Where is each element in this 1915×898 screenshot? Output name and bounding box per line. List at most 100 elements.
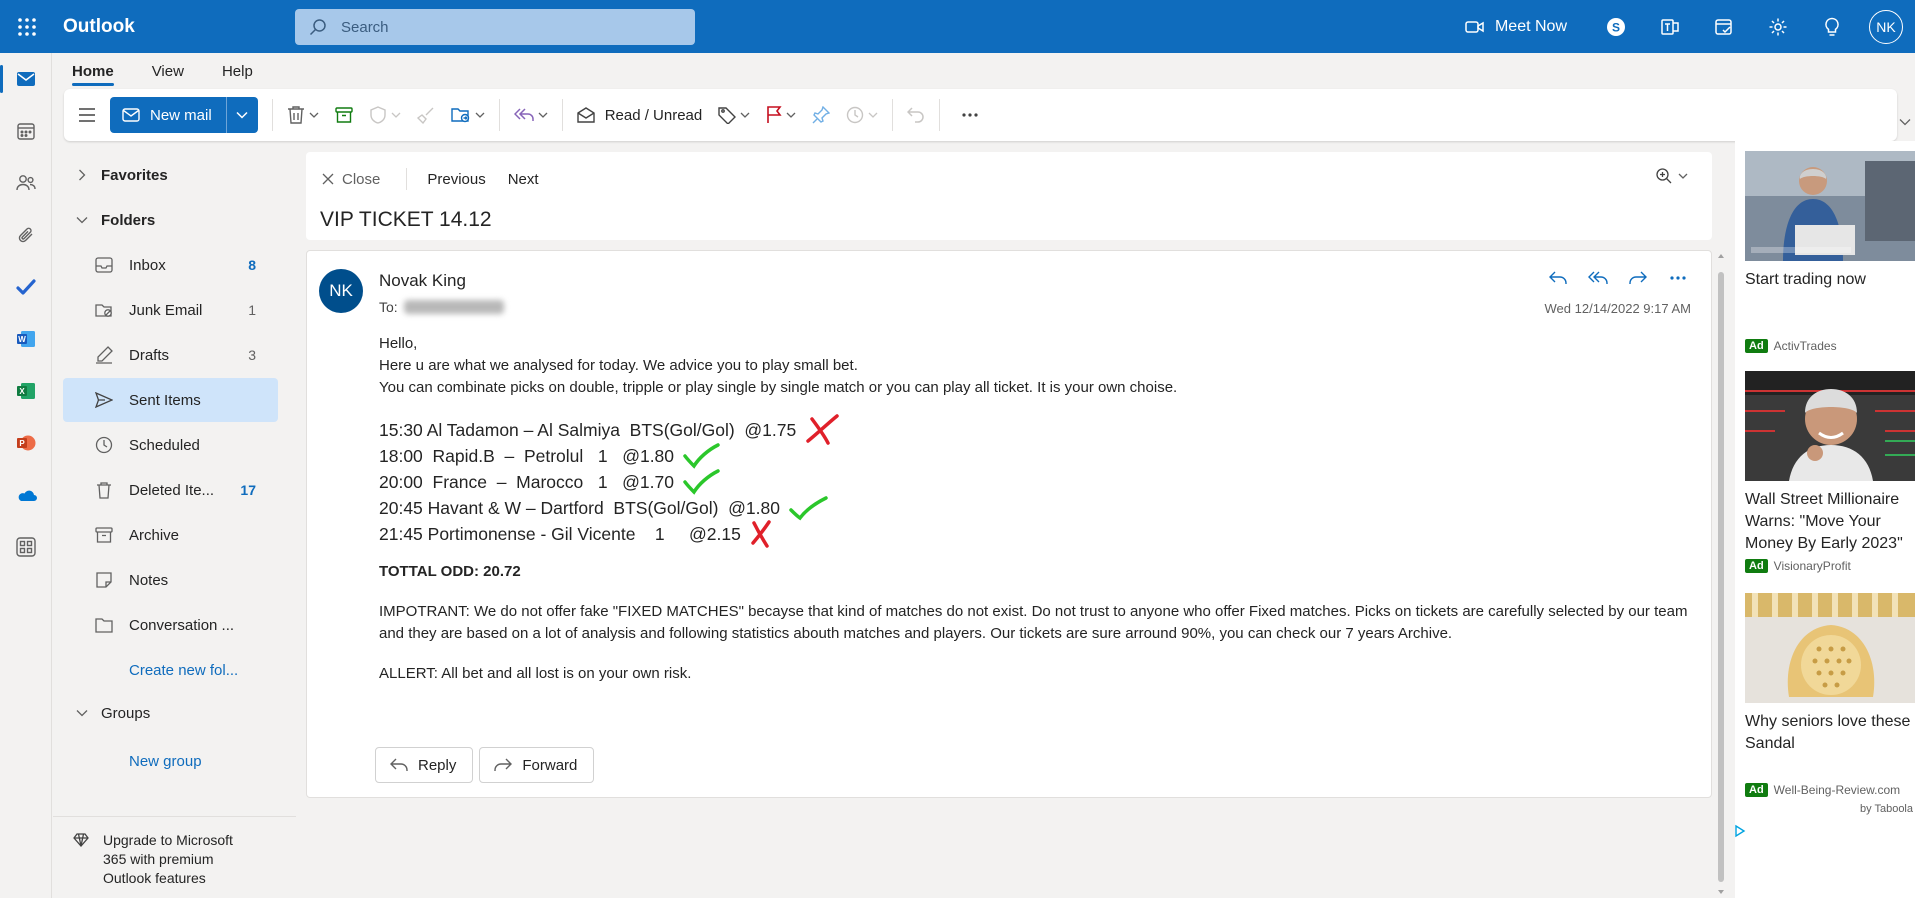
- undo-button[interactable]: [899, 89, 933, 141]
- folder-archive[interactable]: Archive: [63, 513, 278, 557]
- reply-icon[interactable]: [1545, 265, 1571, 291]
- zoom-button[interactable]: [1656, 168, 1688, 184]
- flag-icon: [766, 106, 782, 124]
- folder-scheduled[interactable]: Scheduled: [63, 423, 278, 467]
- close-button[interactable]: Close: [322, 171, 380, 188]
- app-launcher-icon[interactable]: [0, 0, 53, 53]
- reading-scrollbar[interactable]: [1716, 250, 1726, 898]
- shield-icon: [369, 106, 387, 124]
- folder-deleted-items[interactable]: Deleted Ite... 17: [63, 468, 278, 512]
- ribbon-collapse-chevron-icon[interactable]: [1899, 118, 1911, 126]
- archive-button[interactable]: [327, 89, 361, 141]
- snooze-button[interactable]: [838, 89, 886, 141]
- forward-icon[interactable]: [1625, 265, 1651, 291]
- more-actions-icon[interactable]: [1665, 265, 1691, 291]
- recipient-line: To:: [379, 299, 504, 315]
- ad-card[interactable]: Wall Street Millionaire Warns: "Move You…: [1745, 371, 1915, 573]
- inbox-icon: [87, 257, 121, 273]
- onedrive-icon[interactable]: [0, 469, 52, 521]
- more-apps-icon[interactable]: [0, 521, 52, 573]
- green-checkmark-icon: [682, 442, 720, 470]
- ribbon-toolbar: New mail Read / Unread: [64, 89, 1897, 141]
- groups-header[interactable]: Groups: [63, 691, 278, 735]
- recipient-redacted: [403, 300, 504, 314]
- ad-source-name: Well-Being-Review.com: [1773, 783, 1901, 797]
- pin-button[interactable]: [804, 89, 838, 141]
- ad-title: Wall Street Millionaire Warns: "Move You…: [1745, 491, 1903, 552]
- skype-icon[interactable]: S: [1589, 0, 1643, 53]
- folder-label: Sent Items: [129, 391, 201, 409]
- adchoices-icon[interactable]: [1733, 824, 1747, 838]
- folder-sent-items[interactable]: Sent Items: [63, 378, 278, 422]
- mail-icon[interactable]: [0, 53, 52, 105]
- folder-label: Conversation ...: [129, 616, 235, 634]
- flag-button[interactable]: [758, 89, 804, 141]
- tab-view[interactable]: View: [133, 53, 203, 89]
- people-icon[interactable]: [0, 157, 52, 209]
- meet-now-button[interactable]: Meet Now: [1465, 18, 1567, 36]
- ad-badge: Ad: [1745, 783, 1768, 797]
- tab-home[interactable]: Home: [53, 53, 133, 89]
- forward-button[interactable]: Forward: [479, 747, 595, 783]
- video-camera-icon: [1465, 19, 1485, 35]
- calendar-icon[interactable]: [0, 105, 52, 157]
- categorize-button[interactable]: [710, 89, 758, 141]
- app-title[interactable]: Outlook: [63, 16, 293, 38]
- sender-name[interactable]: Novak King: [379, 271, 466, 291]
- folder-drafts[interactable]: Drafts 3: [63, 333, 278, 377]
- reply-all-icon[interactable]: [1585, 265, 1611, 291]
- more-options-icon[interactable]: [946, 89, 994, 141]
- new-mail-main[interactable]: New mail: [110, 97, 226, 133]
- sender-avatar[interactable]: NK: [319, 269, 363, 313]
- attachment-icon[interactable]: [0, 209, 52, 261]
- word-icon[interactable]: W: [0, 313, 52, 365]
- search-input[interactable]: Search: [295, 9, 695, 45]
- ad-card[interactable]: Why seniors love these Sandal Ad Well-Be…: [1745, 593, 1915, 797]
- taboola-credit[interactable]: by Taboola: [1860, 803, 1913, 815]
- tab-help[interactable]: Help: [203, 53, 272, 89]
- ad-image: [1745, 151, 1915, 261]
- read-unread-button[interactable]: Read / Unread: [569, 89, 711, 141]
- sweep-button[interactable]: [409, 89, 443, 141]
- unread-count: 8: [248, 257, 256, 273]
- my-day-icon[interactable]: [1697, 0, 1751, 53]
- folder-conversation-history[interactable]: Conversation ...: [63, 603, 278, 647]
- hamburger-menu-icon[interactable]: [64, 89, 110, 141]
- new-group-link[interactable]: New group: [63, 739, 278, 783]
- chevron-down-icon: [71, 216, 93, 224]
- ad-card[interactable]: Start trading now Ad ActivTrades: [1745, 151, 1915, 353]
- junk-icon: [87, 302, 121, 318]
- close-label: Close: [342, 170, 381, 188]
- chevron-down-icon: [786, 112, 796, 118]
- new-mail-button[interactable]: New mail: [110, 97, 258, 133]
- next-button[interactable]: Next: [508, 171, 539, 188]
- move-to-button[interactable]: [443, 89, 493, 141]
- folder-label: Archive: [129, 526, 180, 544]
- folder-notes[interactable]: Notes: [63, 558, 278, 602]
- pick-row: 15:30 Al Tadamon – Al Salmiya BTS(Gol/Go…: [379, 414, 1689, 445]
- report-button[interactable]: [361, 89, 409, 141]
- powerpoint-icon[interactable]: P: [0, 417, 52, 469]
- settings-gear-icon[interactable]: [1751, 0, 1805, 53]
- svg-text:P: P: [19, 439, 25, 448]
- todo-icon[interactable]: [0, 261, 52, 313]
- create-new-folder-link[interactable]: Create new fol...: [63, 648, 278, 692]
- teams-icon[interactable]: [1643, 0, 1697, 53]
- folders-header[interactable]: Folders: [63, 198, 278, 242]
- favorites-header[interactable]: Favorites: [63, 153, 278, 197]
- lightbulb-icon[interactable]: [1805, 0, 1859, 53]
- chevron-down-icon: [538, 112, 548, 118]
- user-avatar[interactable]: NK: [1869, 9, 1903, 44]
- excel-icon[interactable]: X: [0, 365, 52, 417]
- folder-inbox[interactable]: Inbox 8: [63, 243, 278, 287]
- delete-button[interactable]: [279, 89, 327, 141]
- pick-text: 18:00 Rapid.B – Petrolul 1 @1.80: [379, 446, 675, 466]
- trash-icon: [87, 481, 121, 499]
- upgrade-banner[interactable]: Upgrade to Microsoft 365 with premium Ou…: [53, 816, 296, 898]
- reply-all-button[interactable]: [506, 89, 556, 141]
- reply-button[interactable]: Reply: [375, 747, 474, 783]
- new-mail-dropdown-icon[interactable]: [225, 97, 258, 133]
- previous-button[interactable]: Previous: [427, 171, 485, 188]
- folder-junk-email[interactable]: Junk Email 1: [63, 288, 278, 332]
- svg-text:S: S: [1612, 20, 1620, 34]
